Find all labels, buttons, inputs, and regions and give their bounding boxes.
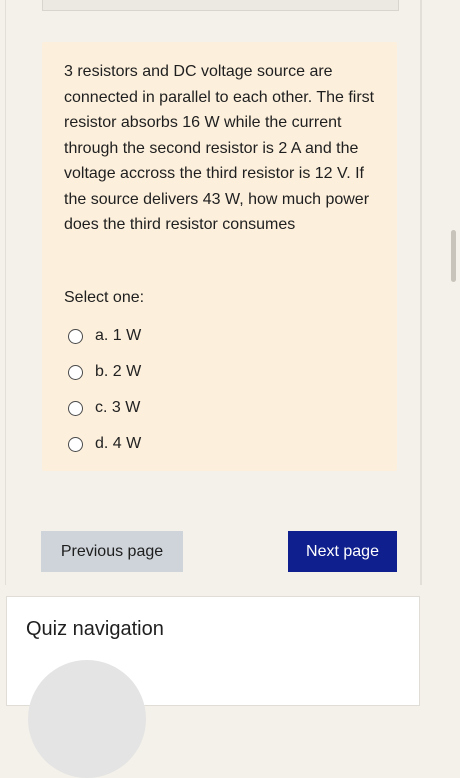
answer-label-c: c. 3 W [95, 399, 141, 416]
avatar [28, 660, 146, 778]
answer-option-b[interactable]: b. 2 W [68, 354, 358, 390]
answer-label-a: a. 1 W [95, 327, 142, 344]
answer-option-d[interactable]: d. 4 W [68, 426, 358, 462]
radio-button-d[interactable] [68, 436, 83, 452]
radio-button-b[interactable] [68, 364, 83, 380]
content-frame-right-border [420, 0, 421, 585]
next-page-button[interactable]: Next page [288, 531, 397, 572]
quiz-navigation-title: Quiz navigation [26, 618, 164, 640]
answer-label-d: d. 4 W [95, 435, 142, 452]
answer-options: a. 1 W b. 2 W c. 3 W d. 4 W [68, 318, 358, 462]
answer-option-c[interactable]: c. 3 W [68, 390, 358, 426]
radio-button-a[interactable] [68, 328, 83, 344]
answer-option-a[interactable]: a. 1 W [68, 318, 358, 354]
question-text: 3 resistors and DC voltage source are co… [64, 63, 375, 233]
quiz-navigation-panel: Quiz navigation [6, 596, 420, 778]
scrollbar-thumb[interactable] [451, 230, 456, 282]
answer-label-b: b. 2 W [95, 363, 142, 380]
question-card: 3 resistors and DC voltage source are co… [42, 42, 397, 471]
radio-button-c[interactable] [68, 400, 83, 416]
scrollbar[interactable] [451, 0, 456, 700]
previous-panel-bottom-edge [42, 0, 399, 11]
previous-page-button[interactable]: Previous page [41, 531, 183, 572]
select-one-label: Select one: [64, 289, 145, 306]
